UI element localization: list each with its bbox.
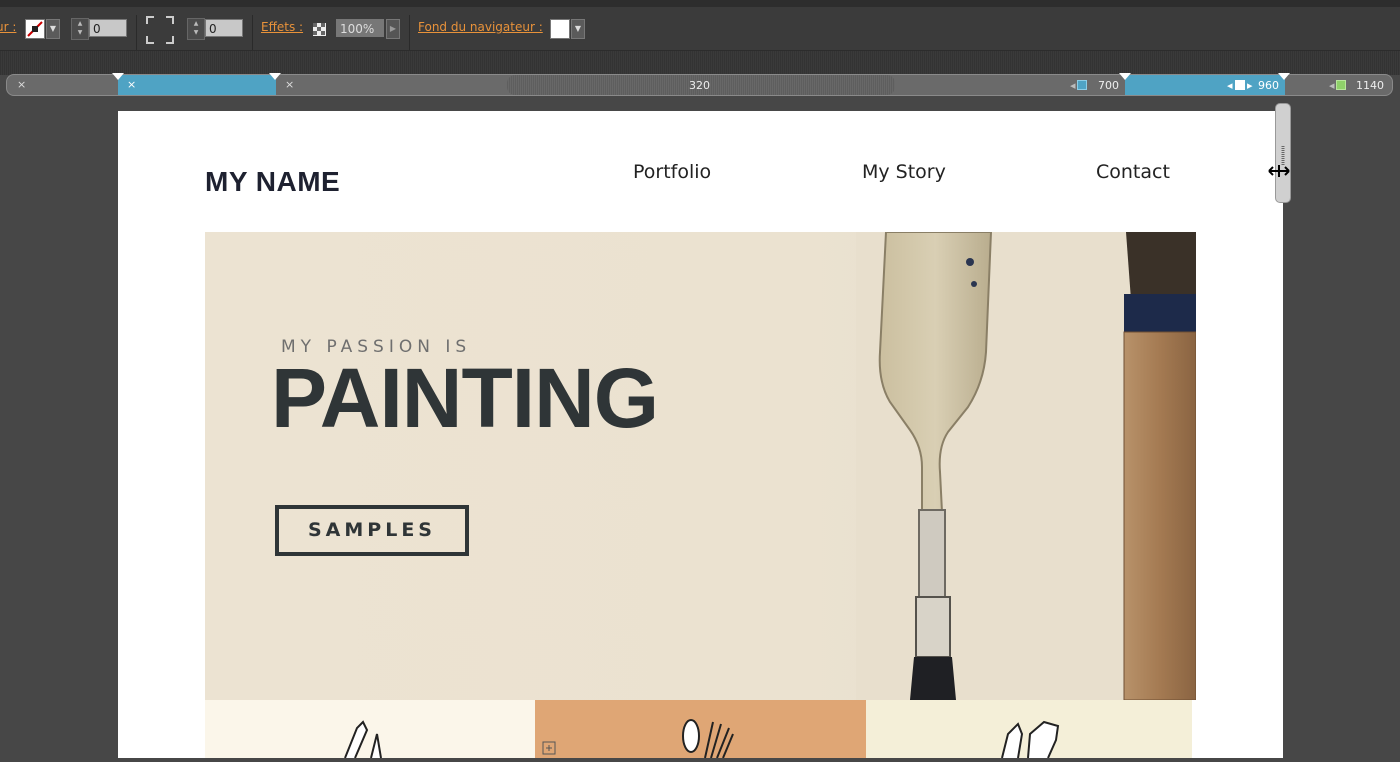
effects-label[interactable]: Effets : (261, 20, 303, 34)
hero-banner: MY PASSION IS PAINTING SAMPLES (205, 232, 1196, 700)
left-arrow-icon: ◂ (1070, 79, 1076, 92)
radius-stepper[interactable]: ▲ ▼ (187, 18, 205, 40)
resize-cursor-icon (1268, 165, 1290, 177)
corner-radius-icon (146, 16, 174, 44)
opacity-slider-arrow-icon[interactable]: ▶ (386, 19, 400, 39)
large-desktop-icon (1336, 80, 1346, 90)
close-breakpoint-icon[interactable]: × (17, 78, 26, 91)
browser-bg-dropdown-icon[interactable]: ▼ (571, 19, 585, 39)
radius-input[interactable]: 0 (205, 19, 243, 37)
breakpoint-marker[interactable] (112, 73, 124, 80)
feature-tile[interactable] (535, 700, 866, 759)
nav-portfolio[interactable]: Portfolio (633, 161, 711, 183)
site-logo[interactable]: MY NAME (205, 166, 340, 198)
stroke-color-swatch[interactable] (25, 19, 45, 39)
marker-icon (1001, 720, 1060, 759)
transparency-icon[interactable] (313, 23, 326, 36)
stroke-label: ur : (0, 20, 17, 34)
breakpoint-center-value: 320 (689, 79, 710, 92)
stroke-width-input[interactable]: 0 (89, 19, 127, 37)
hero-title: PAINTING (271, 351, 659, 445)
page-canvas: MY NAME Portfolio My Story Contact MY PA… (118, 111, 1283, 759)
right-arrow-icon: ▸ (1247, 79, 1253, 92)
desktop-icon (1235, 80, 1245, 90)
feature-tile[interactable] (205, 700, 535, 759)
breakpoint-marker[interactable] (269, 73, 281, 80)
brush-icon (542, 719, 734, 759)
breakpoint-marker[interactable] (1119, 73, 1131, 80)
breakpoint-segment-active[interactable]: × (118, 75, 276, 95)
breakpoint-marker[interactable] (1278, 73, 1290, 80)
nav-my-story[interactable]: My Story (862, 161, 946, 183)
samples-button[interactable]: SAMPLES (275, 505, 469, 556)
viewport-resize-handle[interactable] (1275, 103, 1291, 203)
breakpoint-bar[interactable]: × × × 320 ◂ 700 ◂ ▸ 960 ◂ 1140 (6, 74, 1393, 96)
breakpoint-segment-960[interactable]: ◂ ▸ 960 (1125, 75, 1285, 95)
left-arrow-icon: ◂ (1227, 79, 1233, 92)
grip-icon (1281, 146, 1285, 166)
palette-knife-and-brush-image (856, 232, 1196, 700)
close-breakpoint-icon[interactable]: × (285, 78, 294, 91)
toolbar-strip (0, 50, 1400, 75)
feature-tile[interactable] (866, 700, 1192, 759)
stroke-color-dropdown-icon[interactable]: ▼ (46, 19, 60, 39)
browser-bg-swatch[interactable] (550, 19, 570, 39)
close-breakpoint-icon[interactable]: × (127, 78, 136, 91)
stroke-width-stepper[interactable]: ▲ ▼ (71, 18, 89, 40)
browser-bg-label: Fond du navigateur : (418, 20, 543, 34)
no-color-icon (27, 21, 43, 37)
opacity-input[interactable]: 100% (336, 19, 384, 37)
pen-brush-icon (344, 720, 382, 759)
breakpoint-1140-label[interactable]: 1140 (1356, 79, 1384, 92)
breakpoint-960-label[interactable]: 960 (1258, 79, 1279, 92)
tablet-icon (1077, 80, 1087, 90)
left-arrow-icon: ◂ (1329, 79, 1335, 92)
nav-contact[interactable]: Contact (1096, 161, 1170, 183)
breakpoint-700-label[interactable]: 700 (1098, 79, 1119, 92)
